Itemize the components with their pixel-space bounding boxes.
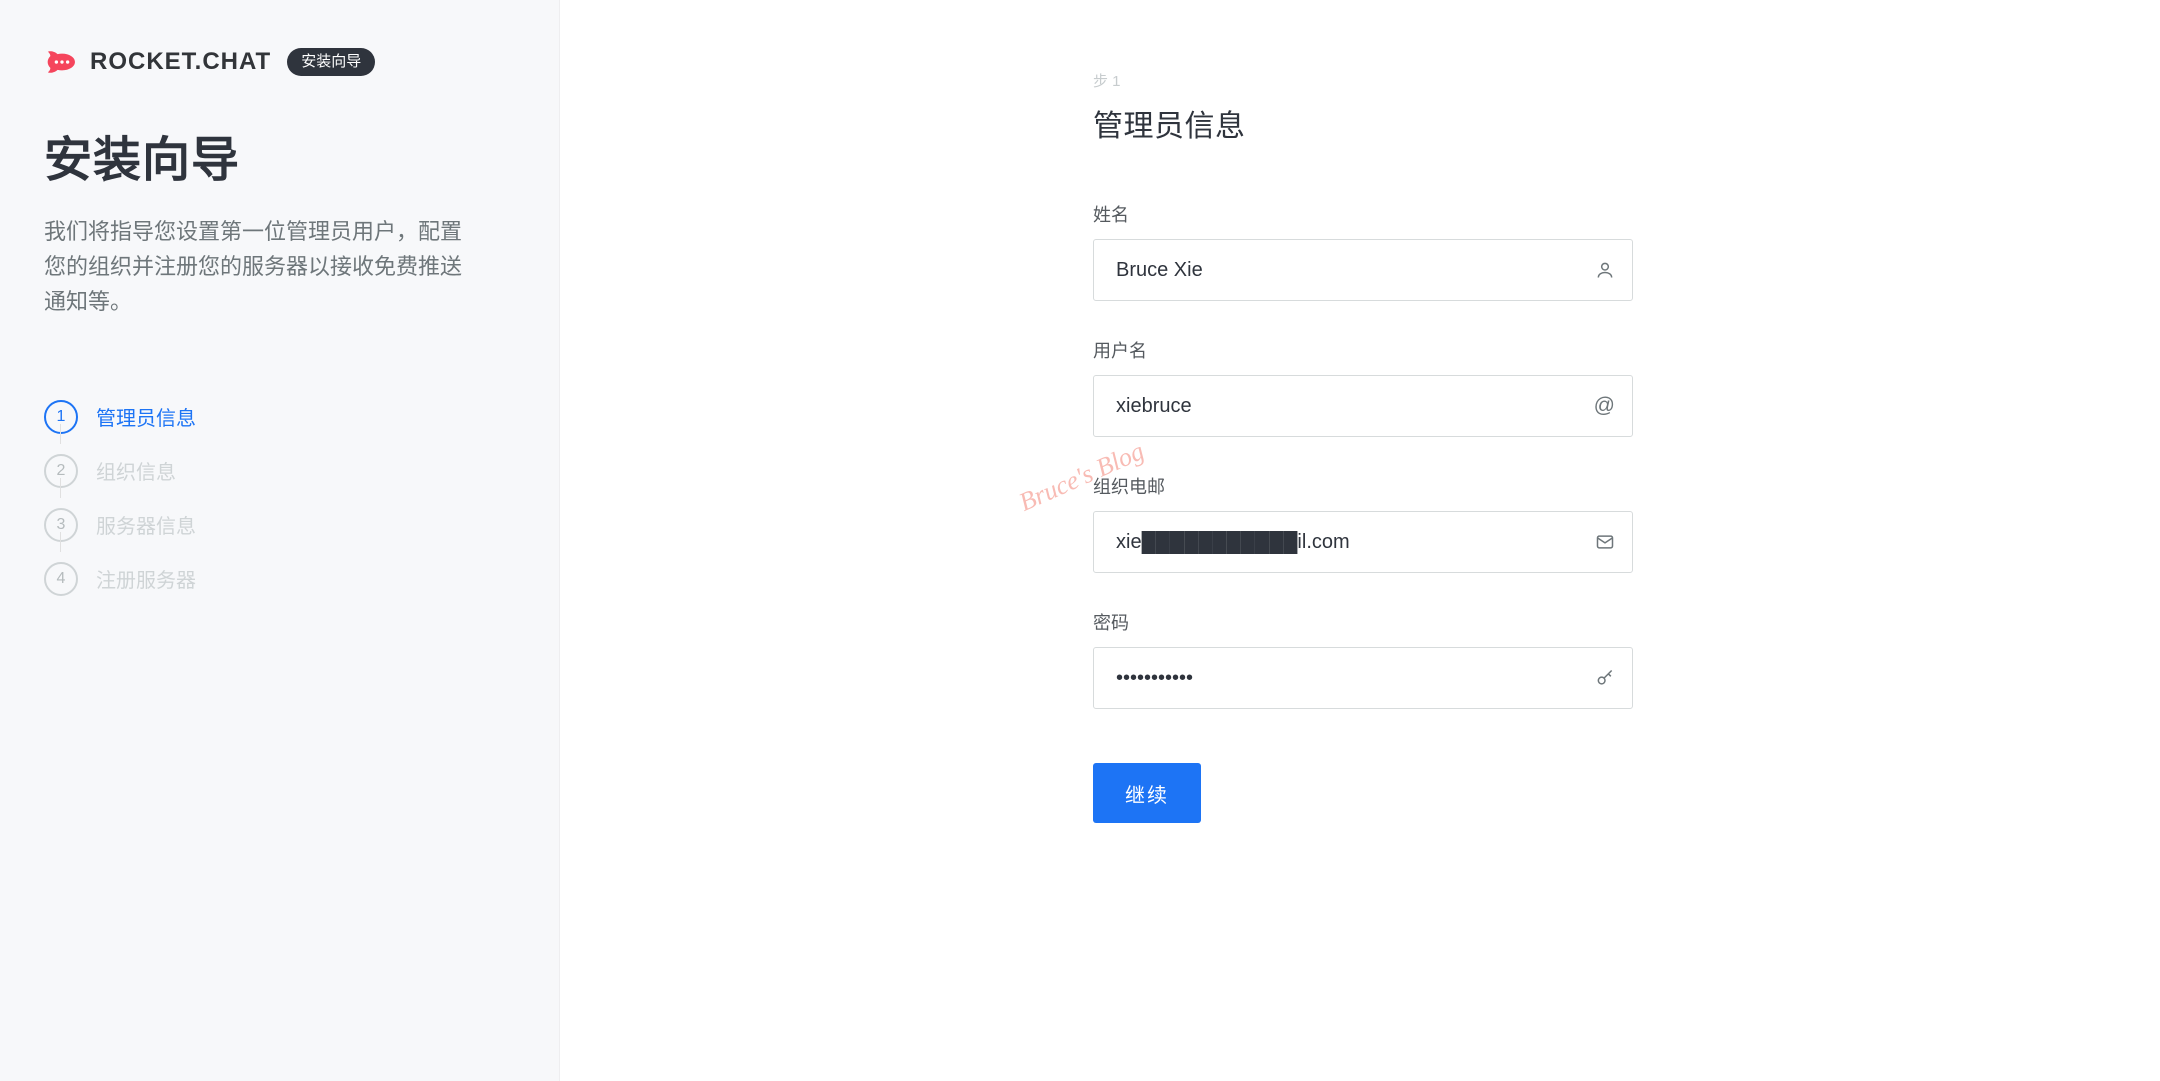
admin-info-form: 步 1 管理员信息 姓名 用户名 @ 组织电邮 (1093, 70, 1633, 823)
field-username: 用户名 @ (1093, 337, 1633, 437)
name-label: 姓名 (1093, 201, 1633, 227)
form-title: 管理员信息 (1093, 101, 1633, 145)
step-label: 管理员信息 (96, 402, 196, 431)
field-email: 组织电邮 (1093, 473, 1633, 573)
email-label: 组织电邮 (1093, 473, 1633, 499)
field-name: 姓名 (1093, 201, 1633, 301)
step-number: 2 (44, 454, 78, 488)
setup-sidebar: ROCKET.CHAT 安装向导 安装向导 我们将指导您设置第一位管理员用户，配… (0, 0, 560, 1081)
password-input[interactable] (1093, 647, 1633, 709)
brand-logo: ROCKET.CHAT (44, 44, 271, 80)
main-panel: Bruce's Blog 步 1 管理员信息 姓名 用户名 @ (560, 0, 2160, 1081)
user-icon (1595, 260, 1615, 280)
sidebar-title: 安装向导 (44, 120, 511, 190)
mail-icon (1595, 532, 1615, 552)
step-number: 3 (44, 508, 78, 542)
username-label: 用户名 (1093, 337, 1633, 363)
password-label: 密码 (1093, 609, 1633, 635)
rocketchat-icon (44, 44, 80, 80)
step-server-info[interactable]: 3 服务器信息 (44, 498, 511, 552)
key-icon (1595, 668, 1615, 688)
step-label: 组织信息 (96, 456, 176, 485)
username-input[interactable] (1093, 375, 1633, 437)
step-number: 1 (44, 400, 78, 434)
continue-button[interactable]: 继续 (1093, 763, 1201, 823)
header-pill: 安装向导 (287, 48, 375, 76)
sidebar-subtitle: 我们将指导您设置第一位管理员用户，配置您的组织并注册您的服务器以接收免费推送通知… (44, 214, 474, 320)
step-admin-info[interactable]: 1 管理员信息 (44, 390, 511, 444)
step-label: 服务器信息 (96, 510, 196, 539)
step-label: 注册服务器 (96, 564, 196, 593)
step-list: 1 管理员信息 2 组织信息 3 服务器信息 4 注册服务器 (44, 390, 511, 606)
step-number: 4 (44, 562, 78, 596)
name-input[interactable] (1093, 239, 1633, 301)
at-icon: @ (1594, 394, 1615, 418)
step-register-server[interactable]: 4 注册服务器 (44, 552, 511, 606)
field-password: 密码 (1093, 609, 1633, 709)
step-org-info[interactable]: 2 组织信息 (44, 444, 511, 498)
brand-name: ROCKET.CHAT (90, 48, 271, 76)
logo-row: ROCKET.CHAT 安装向导 (44, 44, 511, 80)
email-input[interactable] (1093, 511, 1633, 573)
step-indicator: 步 1 (1093, 70, 1633, 91)
